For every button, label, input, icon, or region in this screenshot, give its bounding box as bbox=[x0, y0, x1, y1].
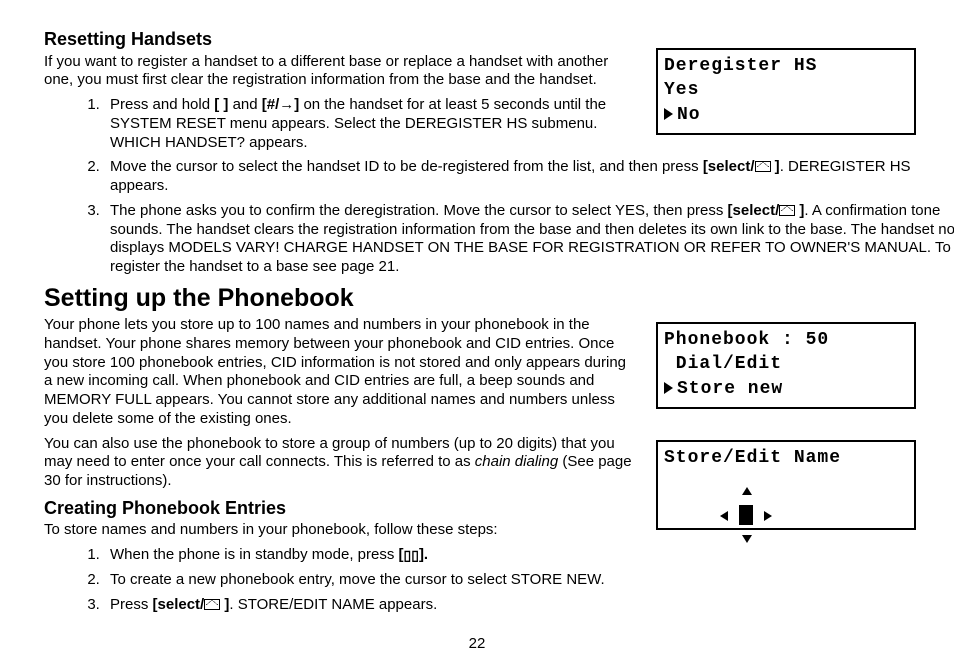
cursor-pointer-icon bbox=[664, 382, 673, 394]
list-item: Move the cursor to select the handset ID… bbox=[104, 158, 954, 196]
heading-resetting-handsets: Resetting Handsets bbox=[44, 28, 634, 51]
steps-list-create: When the phone is in standby mode, press… bbox=[44, 546, 634, 614]
lcd-line: Deregister HS bbox=[664, 54, 908, 78]
envelope-icon bbox=[755, 161, 771, 172]
lcd-line: Phonebook : 50 bbox=[664, 328, 908, 352]
key-label: [ ] bbox=[214, 96, 228, 113]
list-item: To create a new phonebook entry, move th… bbox=[104, 571, 634, 590]
list-item: When the phone is in standby mode, press… bbox=[104, 546, 634, 565]
paragraph: If you want to register a handset to a d… bbox=[44, 53, 634, 91]
lcd-line: No bbox=[664, 103, 908, 127]
lcd-phonebook: Phonebook : 50 Dial/Edit Store new bbox=[656, 322, 916, 409]
key-label: [#/→] bbox=[262, 96, 300, 113]
key-label: [select/ ] bbox=[703, 158, 780, 175]
manual-page: Deregister HS Yes No Phonebook : 50 Dial… bbox=[0, 0, 954, 668]
paragraph: To store names and numbers in your phone… bbox=[44, 521, 634, 540]
lcd-deregister: Deregister HS Yes No bbox=[656, 48, 916, 135]
lcd-line: Yes bbox=[664, 78, 908, 102]
heading-creating-entries: Creating Phonebook Entries bbox=[44, 497, 634, 520]
list-item: The phone asks you to confirm the deregi… bbox=[104, 202, 954, 277]
text-cursor-icon bbox=[739, 505, 753, 525]
arrow-right-icon bbox=[764, 511, 772, 521]
key-label: [select/ ] bbox=[728, 202, 805, 219]
key-label: [▯▯]. bbox=[399, 546, 429, 563]
arrow-down-icon bbox=[742, 535, 752, 543]
lcd-cursor-row bbox=[664, 480, 908, 597]
content-column: Resetting Handsets If you want to regist… bbox=[44, 28, 634, 614]
paragraph: Your phone lets you store up to 100 name… bbox=[44, 316, 634, 429]
list-item: Press [select/ ]. STORE/EDIT NAME appear… bbox=[104, 596, 634, 615]
envelope-icon bbox=[779, 205, 795, 216]
envelope-icon bbox=[204, 599, 220, 610]
paragraph: You can also use the phonebook to store … bbox=[44, 435, 634, 491]
cursor-pointer-icon bbox=[664, 108, 673, 120]
lcd-line: Store/Edit Name bbox=[664, 446, 908, 470]
italic-term: chain dialing bbox=[475, 453, 558, 470]
lcd-line: Store new bbox=[664, 377, 908, 401]
list-item: Press and hold [ ] and [#/→] on the hand… bbox=[104, 96, 634, 152]
arrow-up-icon bbox=[742, 487, 752, 495]
arrow-left-icon bbox=[720, 511, 728, 521]
book-icon: ▯▯ bbox=[404, 547, 419, 565]
key-label: [select/ ] bbox=[153, 596, 230, 613]
page-number: 22 bbox=[0, 635, 954, 654]
steps-list-reset: Press and hold [ ] and [#/→] on the hand… bbox=[44, 96, 634, 277]
lcd-line: Dial/Edit bbox=[664, 352, 908, 376]
lcd-store-edit: Store/Edit Name bbox=[656, 440, 916, 530]
heading-phonebook: Setting up the Phonebook bbox=[44, 283, 634, 314]
